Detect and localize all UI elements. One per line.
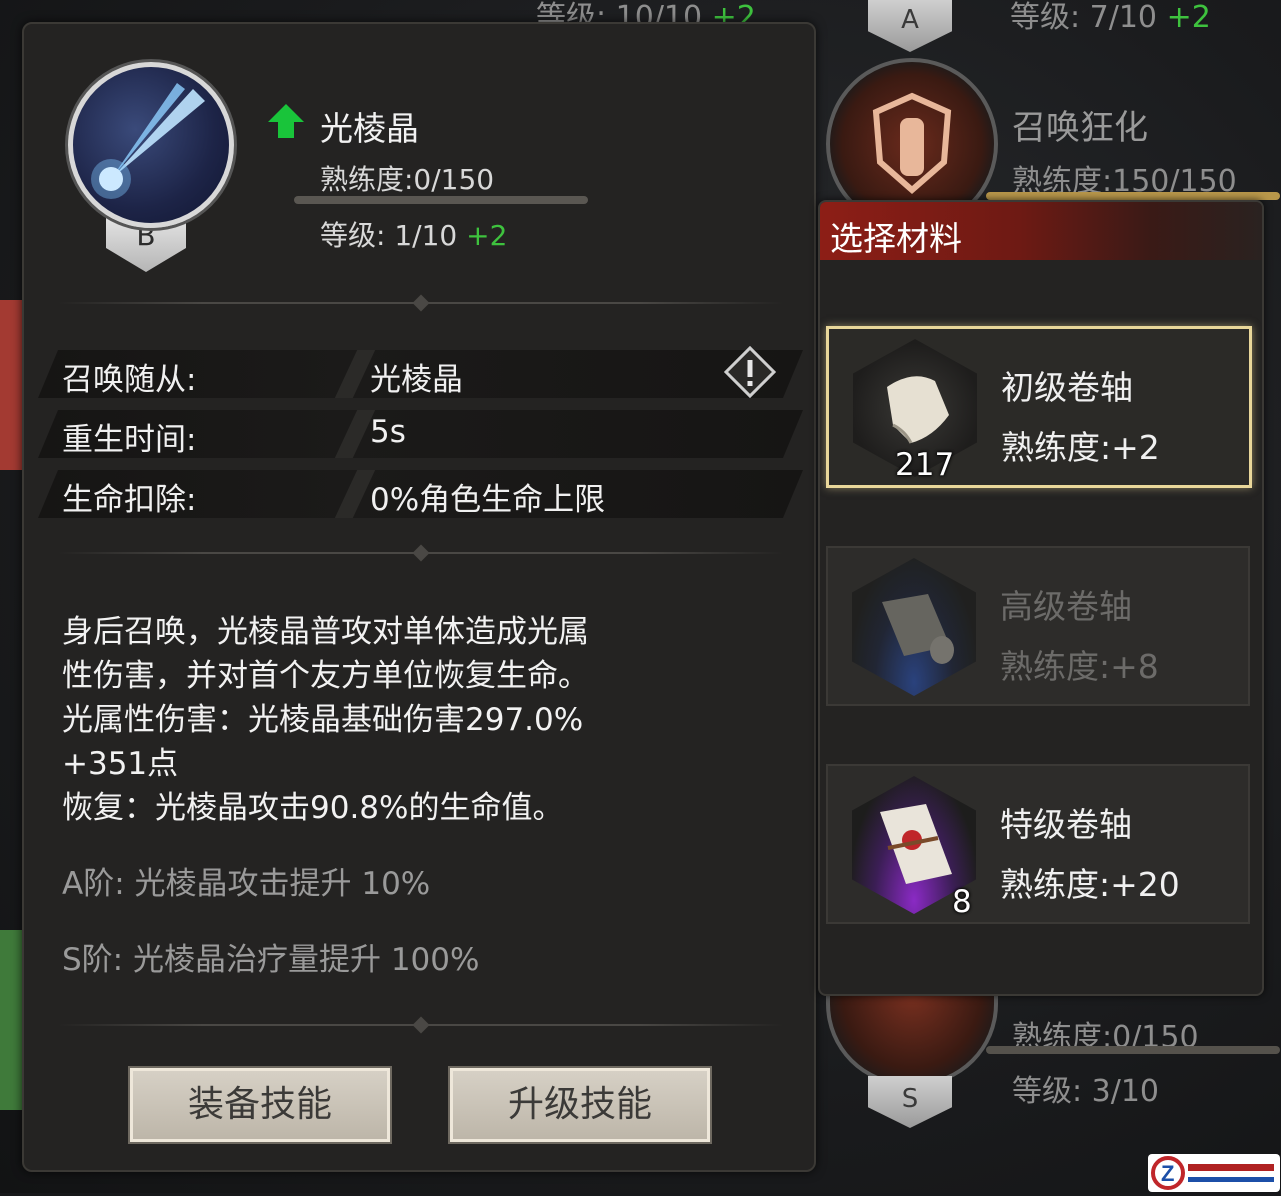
svg-text:Z: Z bbox=[1161, 1161, 1174, 1186]
description-line: 身后召唤，光棱晶普攻对单体造成光属 bbox=[62, 614, 589, 650]
stat-label-hp-cost: 生命扣除: bbox=[62, 482, 197, 518]
description-line: 光属性伤害：光棱晶基础伤害297.0% bbox=[62, 702, 584, 738]
upgrade-arrow-icon bbox=[268, 104, 304, 138]
skill-name: 光棱晶 bbox=[320, 109, 419, 148]
divider bbox=[58, 294, 783, 312]
bg-proficiency-bar-full bbox=[986, 192, 1280, 200]
info-warning-icon[interactable] bbox=[723, 345, 777, 399]
material-panel-title: 选择材料 bbox=[830, 219, 962, 258]
site-watermark-logo: Z bbox=[1148, 1154, 1280, 1192]
skill-proficiency: 熟练度:0/150 bbox=[320, 163, 495, 196]
bg-bottom-level: 等级: 3/10 bbox=[1012, 1074, 1160, 1109]
material-name: 初级卷轴 bbox=[1001, 368, 1133, 407]
description-line: 恢复：光棱晶攻击90.8%的生命值。 bbox=[62, 790, 564, 826]
tier-a-bonus: A阶: 光棱晶攻击提升 10% bbox=[62, 866, 431, 902]
divider bbox=[58, 544, 783, 562]
material-count: 8 bbox=[952, 884, 972, 920]
material-proficiency: 熟练度:+8 bbox=[1000, 647, 1159, 686]
upgrade-skill-button[interactable]: 升级技能 bbox=[450, 1068, 710, 1142]
stat-label-respawn: 重生时间: bbox=[62, 422, 197, 458]
material-item-premium-scroll[interactable]: 8 特级卷轴 熟练度:+20 bbox=[826, 764, 1250, 924]
bg-level-topright: 等级: 7/10 +2 bbox=[1010, 0, 1211, 35]
material-item-basic-scroll[interactable]: 217 初级卷轴 熟练度:+2 bbox=[826, 326, 1252, 488]
material-count: 217 bbox=[895, 447, 955, 483]
material-select-panel: 选择材料 217 初级卷轴 熟练度:+2 高级卷轴 熟练度:+8 8 特级卷轴 … bbox=[818, 200, 1264, 996]
bg-summon-berserk-name: 召唤狂化 bbox=[1012, 108, 1148, 148]
divider bbox=[58, 1016, 783, 1034]
skill-description: 身后召唤，光棱晶普攻对单体造成光属 性伤害，并对首个友方单位恢复生命。 光属性伤… bbox=[62, 610, 792, 830]
bg-left-green-shape bbox=[0, 930, 22, 1110]
bg-left-red-shape bbox=[0, 300, 22, 470]
material-panel-header: 选择材料 bbox=[820, 202, 1262, 260]
material-proficiency: 熟练度:+20 bbox=[1000, 865, 1180, 904]
skill-detail-panel: B 光棱晶 熟练度:0/150 等级: 1/10 +2 召唤随从: 光棱晶 重生… bbox=[22, 22, 816, 1172]
skill-level: 等级: 1/10 +2 bbox=[320, 219, 508, 252]
material-name: 高级卷轴 bbox=[1000, 587, 1132, 626]
bg-proficiency-bar-empty bbox=[986, 1046, 1280, 1054]
stat-label-summon: 召唤随从: bbox=[62, 362, 197, 398]
stat-value-respawn: 5s bbox=[370, 414, 406, 450]
proficiency-bar bbox=[294, 196, 588, 204]
material-proficiency: 熟练度:+2 bbox=[1001, 428, 1160, 467]
description-line: +351点 bbox=[62, 746, 179, 782]
advanced-scroll-icon bbox=[852, 558, 976, 696]
material-name: 特级卷轴 bbox=[1000, 805, 1132, 844]
description-line: 性伤害，并对首个友方单位恢复生命。 bbox=[62, 658, 589, 694]
stat-value-summon: 光棱晶 bbox=[370, 362, 463, 398]
equip-skill-button[interactable]: 装备技能 bbox=[130, 1068, 390, 1142]
stat-value-hp-cost: 0%角色生命上限 bbox=[370, 482, 606, 518]
tier-s-bonus: S阶: 光棱晶治疗量提升 100% bbox=[62, 942, 480, 978]
prism-crystal-skill-icon bbox=[68, 62, 234, 228]
material-item-advanced-scroll[interactable]: 高级卷轴 熟练度:+8 bbox=[826, 546, 1250, 706]
